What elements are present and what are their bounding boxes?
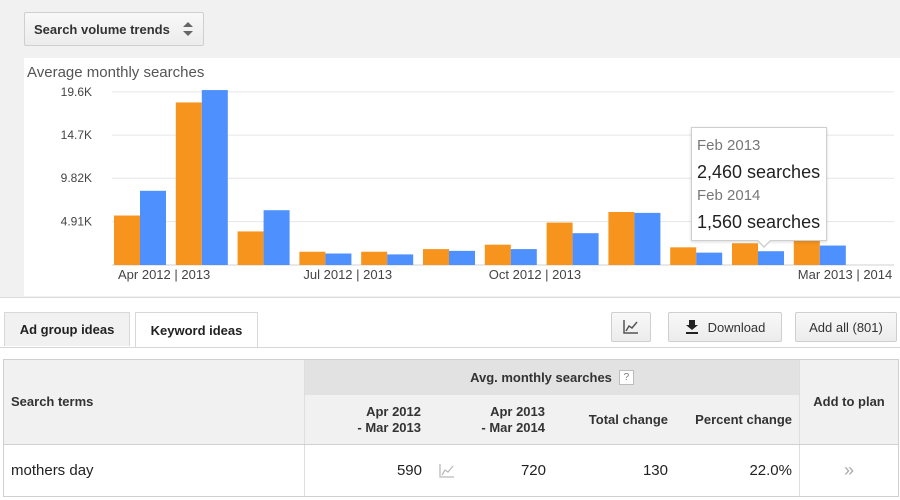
bar-nov-series-1 (546, 222, 573, 265)
bar-nov-series-2 (572, 233, 599, 265)
line-chart-icon (623, 320, 638, 334)
keyword-table: Avg. monthly searches ? Search terms Apr… (3, 359, 899, 497)
tooltip-month-1: Feb 2013 (697, 137, 761, 154)
x-axis-label: Apr 2012 | 2013 (118, 267, 210, 282)
trends-panel: Search volume trends Average monthly sea… (0, 0, 900, 298)
bar-jun-series-2 (263, 210, 290, 265)
col-apr2013-line2: - Mar 2014 (481, 420, 545, 435)
chart-toggle-button[interactable] (611, 312, 651, 342)
row-percent-change: 22.0% (749, 462, 792, 479)
y-tick-label: 9.82K (61, 171, 92, 185)
group-header-label: Avg. monthly searches (470, 370, 612, 385)
bar-jun-series-1 (237, 231, 264, 265)
bar-jul-series-1 (299, 251, 326, 265)
col-percent-change[interactable]: Percent change (680, 412, 792, 427)
tabs-divider (0, 347, 900, 348)
x-axis-label: Oct 2012 | 2013 (489, 267, 581, 282)
bar-feb-series-2 (758, 251, 784, 265)
col-apr2012-line1: Apr 2012 (366, 404, 421, 419)
bar-jan-series-2 (696, 252, 723, 265)
bar-apr-series-1 (114, 215, 140, 265)
y-tick-label: 4.91K (61, 215, 92, 229)
col-apr2012-line2: - Mar 2013 (357, 420, 421, 435)
view-select-label: Search volume trends (34, 21, 170, 37)
download-button[interactable]: Download (668, 312, 782, 342)
bar-aug-series-1 (361, 251, 388, 265)
bar-jul-series-2 (325, 253, 352, 265)
bar-jan-series-1 (670, 247, 697, 265)
x-axis-label: Jul 2012 | 2013 (303, 267, 392, 282)
trend-chart-icon (439, 463, 454, 478)
chart-tooltip: Feb 2013 2,460 searches Feb 2014 1,560 s… (691, 127, 827, 248)
row-search-term: mothers day (11, 462, 94, 479)
download-label: Download (707, 319, 766, 335)
tooltip-count-1: 2,460 searches (697, 162, 821, 182)
tooltip-tail-inner (757, 239, 771, 246)
col-apr2013[interactable]: Apr 2013 - Mar 2014 (459, 404, 545, 436)
view-select[interactable]: Search volume trends (24, 12, 204, 46)
bar-mar-series-1 (793, 238, 820, 265)
tooltip-count-2: 1,560 searches (697, 212, 821, 232)
bar-aug-series-2 (387, 254, 414, 265)
row-apr2012-value: 590 (396, 462, 422, 479)
chart-area: Average monthly searches 19.6K 14.7K 9.82K… (24, 58, 900, 296)
bar-may-series-2 (201, 90, 228, 265)
column-divider (304, 360, 305, 496)
tabs-row: Ad group ideas Keyword ideas Download Ad… (0, 298, 900, 348)
y-tick-label: 14.7K (61, 128, 92, 142)
add-to-plan-button[interactable]: » (800, 445, 898, 496)
bar-feb-series-1 (732, 243, 758, 265)
up-down-arrows-icon (183, 22, 193, 36)
bar-apr-series-2 (140, 190, 166, 265)
help-icon[interactable]: ? (618, 370, 634, 385)
bar-sep-series-1 (423, 249, 449, 265)
bar-oct-series-1 (484, 244, 511, 265)
col-apr2012[interactable]: Apr 2012 - Mar 2013 (335, 404, 421, 436)
bar-mar-series-2 (819, 245, 846, 265)
bar-oct-series-2 (510, 249, 537, 265)
bar-sep-series-2 (449, 250, 475, 265)
row-total-change: 130 (642, 462, 668, 479)
bar-may-series-1 (175, 102, 202, 265)
y-tick-label: 19.6K (61, 85, 92, 99)
tab-keyword-ideas[interactable]: Keyword ideas (135, 312, 258, 348)
row-apr2013-value: 720 (520, 462, 546, 479)
tab-ad-group-ideas[interactable]: Ad group ideas (4, 312, 130, 346)
tooltip-month-2: Feb 2014 (697, 187, 761, 204)
bar-dec-series-2 (634, 212, 661, 265)
download-icon (685, 320, 698, 334)
avg-monthly-searches-header: Avg. monthly searches ? (305, 360, 799, 395)
col-apr2013-line1: Apr 2013 (490, 404, 545, 419)
x-axis-label: Mar 2013 | 2014 (798, 267, 892, 282)
row-trend-icon[interactable] (437, 445, 457, 496)
col-total-change[interactable]: Total change (564, 412, 668, 427)
add-all-button[interactable]: Add all (801) (795, 312, 897, 342)
col-search-terms[interactable]: Search terms (11, 394, 93, 409)
col-add-to-plan: Add to plan (813, 394, 885, 409)
bar-dec-series-1 (608, 211, 635, 265)
